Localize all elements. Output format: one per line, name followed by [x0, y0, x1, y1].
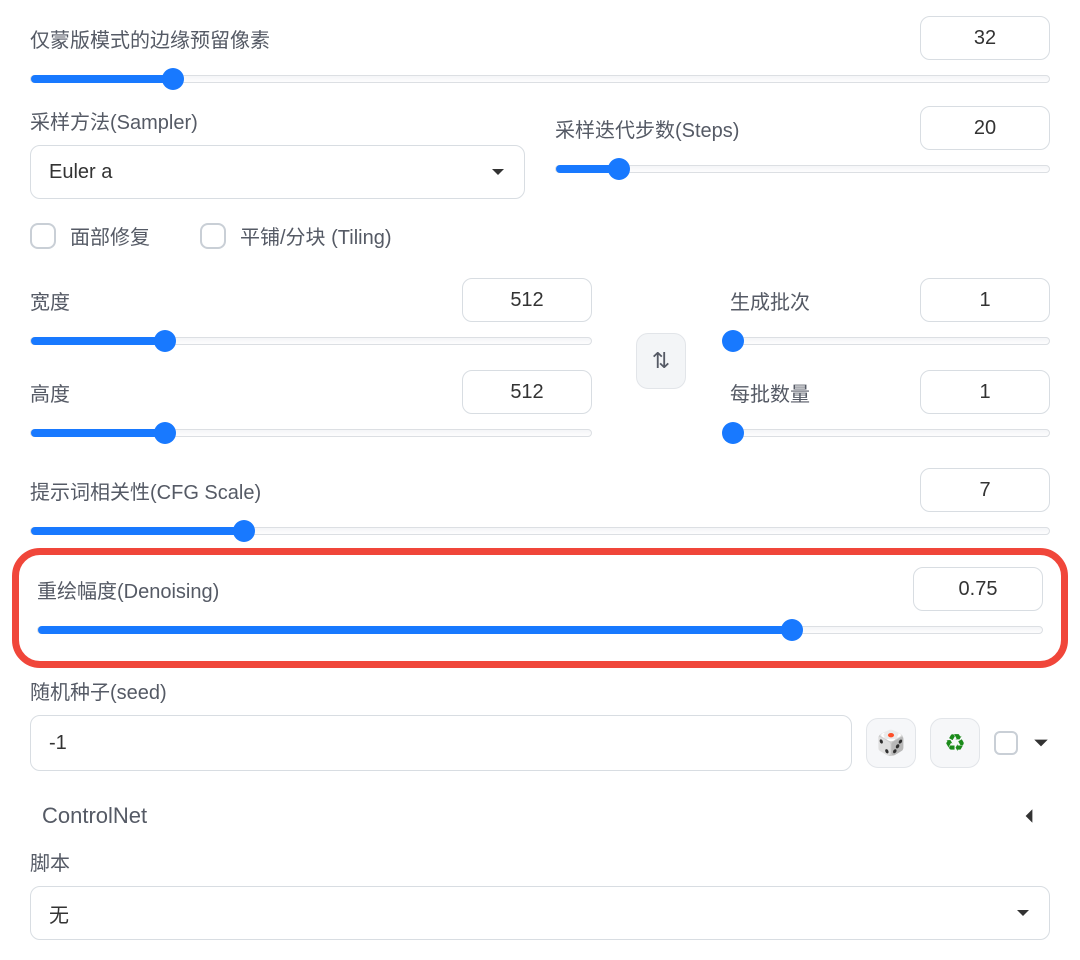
width-slider[interactable] [30, 332, 592, 350]
seed-label: 随机种子(seed) [30, 682, 167, 704]
extra-seed-checkbox[interactable] [994, 731, 1018, 755]
steps-value[interactable]: 20 [920, 106, 1050, 150]
width-field: 宽度 512 [30, 278, 592, 350]
tiling-label: 平铺/分块 (Tiling) [240, 221, 391, 250]
face-restore-label: 面部修复 [70, 221, 150, 250]
mask-padding-value[interactable]: 32 [920, 16, 1050, 60]
recycle-icon: ♻ [944, 729, 966, 758]
tiling-checkbox[interactable]: 平铺/分块 (Tiling) [200, 221, 391, 250]
controlnet-label: ControlNet [42, 803, 1020, 829]
batch-size-value[interactable]: 1 [920, 370, 1050, 414]
batch-count-field: 生成批次 1 [730, 278, 1050, 350]
checkbox-icon [200, 223, 226, 249]
steps-field: 采样迭代步数(Steps) 20 [555, 106, 1050, 199]
height-value[interactable]: 512 [462, 370, 592, 414]
sampler-selected: Euler a [49, 161, 112, 184]
cfg-slider[interactable] [30, 522, 1050, 540]
sampler-select[interactable]: Euler a [30, 145, 525, 199]
random-seed-button[interactable]: 🎲 [866, 718, 916, 768]
controlnet-section[interactable]: ControlNet [30, 779, 1050, 841]
denoising-highlight: 重绘幅度(Denoising) 0.75 [12, 548, 1068, 668]
batch-size-label: 每批数量 [730, 378, 920, 407]
denoising-field: 重绘幅度(Denoising) 0.75 [37, 567, 1043, 639]
batch-size-slider[interactable] [730, 424, 1050, 442]
width-value[interactable]: 512 [462, 278, 592, 322]
batch-count-label: 生成批次 [730, 286, 920, 315]
height-slider[interactable] [30, 424, 592, 442]
dice-icon: 🎲 [876, 729, 906, 758]
sampler-field: 采样方法(Sampler) Euler a [30, 106, 525, 199]
seed-input[interactable]: -1 [30, 715, 852, 771]
cfg-value[interactable]: 7 [920, 468, 1050, 512]
chevron-down-icon [490, 164, 506, 180]
batch-count-value[interactable]: 1 [920, 278, 1050, 322]
cfg-label: 提示词相关性(CFG Scale) [30, 476, 920, 505]
chevron-down-icon[interactable] [1032, 734, 1050, 752]
script-label: 脚本 [30, 847, 1050, 876]
steps-slider[interactable] [555, 160, 1050, 178]
chevron-down-icon [1015, 905, 1031, 921]
reuse-seed-button[interactable]: ♻ [930, 718, 980, 768]
mask-padding-label: 仅蒙版模式的边缘预留像素 [30, 24, 920, 53]
mask-padding-slider[interactable] [30, 70, 1050, 88]
height-field: 高度 512 [30, 370, 592, 442]
sampler-label: 采样方法(Sampler) [30, 106, 525, 135]
denoising-slider[interactable] [37, 621, 1043, 639]
denoising-label: 重绘幅度(Denoising) [37, 575, 913, 604]
swap-dimensions-button[interactable]: ⇅ [636, 333, 686, 389]
steps-label: 采样迭代步数(Steps) [555, 114, 920, 143]
face-restore-checkbox[interactable]: 面部修复 [30, 221, 150, 250]
seed-value: -1 [49, 732, 67, 755]
width-label: 宽度 [30, 286, 462, 315]
height-label: 高度 [30, 378, 462, 407]
checkbox-icon [30, 223, 56, 249]
chevron-left-icon [1020, 807, 1038, 825]
swap-icon: ⇅ [652, 348, 670, 374]
batch-count-slider[interactable] [730, 332, 1050, 350]
denoising-value[interactable]: 0.75 [913, 567, 1043, 611]
mask-padding-field: 仅蒙版模式的边缘预留像素 32 [30, 16, 1050, 88]
batch-size-field: 每批数量 1 [730, 370, 1050, 442]
script-selected: 无 [49, 899, 69, 928]
cfg-field: 提示词相关性(CFG Scale) 7 [30, 468, 1050, 540]
script-select[interactable]: 无 [30, 886, 1050, 940]
